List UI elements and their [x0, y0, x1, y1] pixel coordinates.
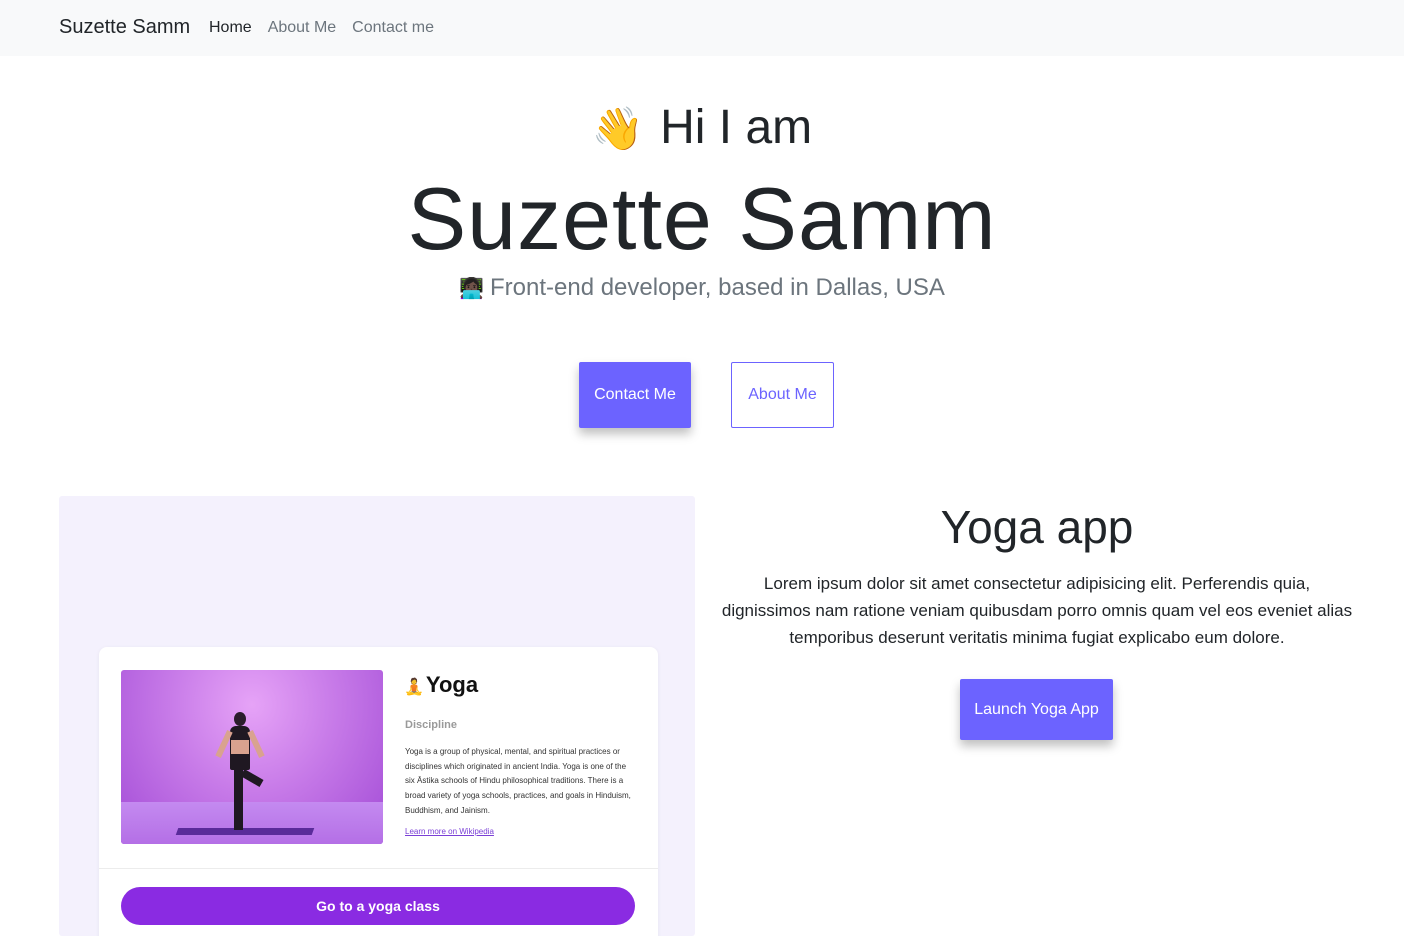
- figure-bent-leg: [240, 769, 264, 787]
- launch-yoga-app-button[interactable]: Launch Yoga App: [960, 679, 1113, 740]
- yoga-app-preview[interactable]: 🧘Yoga Discipline Yoga is a group of phys…: [59, 496, 695, 936]
- hero-name: Suzette Samm: [407, 169, 997, 268]
- navbar: Suzette Samm Home About Me Contact me: [0, 0, 1404, 56]
- nav-link-about[interactable]: About Me: [268, 19, 336, 37]
- hero-subtitle-line: 👩🏿‍💻 Front-end developer, based in Dallas…: [0, 274, 1404, 302]
- about-me-button[interactable]: About Me: [731, 362, 834, 428]
- nav-link-home[interactable]: Home: [209, 19, 252, 37]
- meditation-icon: 🧘: [404, 679, 424, 696]
- contact-me-button[interactable]: Contact Me: [579, 362, 691, 428]
- developer-icon: 👩🏿‍💻: [459, 278, 484, 300]
- wikipedia-link[interactable]: Learn more on Wikipedia: [405, 827, 494, 836]
- yoga-card-text: Yoga is a group of physical, mental, and…: [405, 747, 631, 815]
- navbar-brand[interactable]: Suzette Samm: [59, 16, 190, 39]
- figure-head: [234, 712, 246, 726]
- yoga-photo: [121, 670, 383, 844]
- yoga-card-label: Discipline: [405, 719, 457, 731]
- yoga-mat: [175, 828, 315, 835]
- yoga-card-title-text: Yoga: [425, 672, 479, 697]
- figure-leg: [234, 770, 243, 830]
- waving-hand-icon: 👋: [591, 105, 645, 152]
- hero-greeting: Hi I am: [660, 101, 813, 154]
- nav-links: Home About Me Contact me: [209, 19, 450, 37]
- photo-floor: [121, 802, 383, 844]
- project-title: Yoga app: [940, 501, 1134, 553]
- hero-subtitle: Front-end developer, based in Dallas, US…: [489, 274, 945, 301]
- project-description: Lorem ipsum dolor sit amet consectetur a…: [721, 574, 1353, 647]
- card-divider: [99, 868, 658, 869]
- hero-greeting-line: 👋 Hi I am: [0, 100, 1404, 155]
- yoga-card-title: 🧘Yoga: [404, 672, 478, 698]
- yoga-card: 🧘Yoga Discipline Yoga is a group of phys…: [99, 647, 658, 936]
- nav-link-contact[interactable]: Contact me: [352, 19, 434, 37]
- figure-midriff: [231, 740, 249, 754]
- yoga-class-button[interactable]: Go to a yoga class: [121, 887, 635, 925]
